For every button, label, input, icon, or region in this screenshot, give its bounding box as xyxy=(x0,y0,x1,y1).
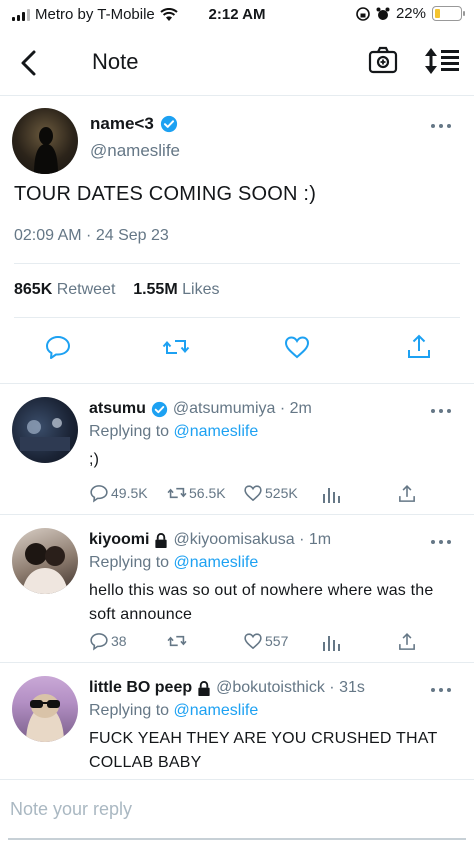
sort-icon[interactable] xyxy=(424,45,460,77)
alarm-icon xyxy=(376,7,390,20)
avatar[interactable] xyxy=(12,528,78,594)
more-options-icon[interactable] xyxy=(430,537,452,547)
page-title: Note xyxy=(92,49,139,74)
avatar-photo xyxy=(20,418,70,451)
battery-percent: 22% xyxy=(395,5,426,22)
verified-badge-icon xyxy=(160,115,177,133)
replying-to-handle[interactable]: @nameslife xyxy=(174,702,259,719)
share-icon[interactable] xyxy=(405,333,433,361)
lock-icon xyxy=(155,532,168,548)
author-name-row[interactable]: name<3 xyxy=(90,114,178,134)
reply-author-name[interactable]: kiyoomi xyxy=(89,531,149,549)
replying-to-label: Replying to xyxy=(89,702,170,719)
reply-actions: 38 557 xyxy=(89,631,459,655)
screen-lock-icon xyxy=(356,6,370,21)
like-action[interactable]: 525K xyxy=(243,483,298,503)
replying-to-label: Replying to xyxy=(89,423,170,440)
camera-icon[interactable] xyxy=(368,45,398,75)
status-bar: Metro by T-Mobile 2:12 AM 22% xyxy=(0,0,474,30)
tweet-stats: 865K Retweet 1.55M Likes xyxy=(14,281,219,299)
replying-to: Replying to @nameslife xyxy=(89,423,258,441)
replying-to: Replying to @nameslife xyxy=(89,702,258,720)
like-heart-icon xyxy=(244,633,262,650)
retweet-action[interactable]: 56.5K xyxy=(167,483,226,503)
share-icon[interactable] xyxy=(397,632,417,652)
reply-icon xyxy=(90,633,108,651)
reply-action[interactable]: 38 xyxy=(89,631,127,651)
reply-count: 38 xyxy=(111,633,127,649)
divider xyxy=(14,263,460,264)
more-options-icon[interactable] xyxy=(430,685,452,695)
replying-to: Replying to @nameslife xyxy=(89,554,258,572)
like-heart-icon[interactable] xyxy=(283,333,311,361)
analytics-icon[interactable] xyxy=(321,485,341,505)
lock-icon xyxy=(198,680,210,696)
retweet-action[interactable] xyxy=(167,631,189,651)
retweet-count: 56.5K xyxy=(189,485,226,501)
reply-author-name[interactable]: atsumu xyxy=(89,400,146,418)
reply-tweet[interactable]: kiyoomi @kiyoomisakusa · 1m Replying to … xyxy=(0,514,474,662)
reply-handle-time[interactable]: @bokutoisthick · 31s xyxy=(216,679,365,697)
reply-tweet[interactable]: atsumu @atsumumiya · 2m Replying to @nam… xyxy=(0,383,474,514)
battery-icon xyxy=(432,6,465,21)
like-count: 525K xyxy=(265,485,298,501)
replying-to-label: Replying to xyxy=(89,554,170,571)
reply-action[interactable]: 49.5K xyxy=(89,483,148,503)
reply-icon xyxy=(90,485,108,503)
reply-composer xyxy=(0,779,474,842)
back-arrow-icon[interactable] xyxy=(14,47,46,79)
avatar-silhouette xyxy=(34,127,58,174)
like-count: 557 xyxy=(265,633,289,649)
avatar-photo xyxy=(26,694,64,742)
retweet-label[interactable]: Retweet xyxy=(57,281,116,298)
avatar[interactable] xyxy=(12,397,78,463)
avatar[interactable] xyxy=(12,676,78,742)
tweet-actions xyxy=(0,327,474,367)
reply-icon[interactable] xyxy=(44,333,72,361)
reply-input[interactable] xyxy=(10,794,450,824)
tweet-timestamp: 02:09 AM · 24 Sep 23 xyxy=(14,227,169,244)
reply-handle-time[interactable]: @atsumumiya · 2m xyxy=(173,400,312,418)
analytics-icon[interactable] xyxy=(321,633,341,653)
like-action[interactable]: 557 xyxy=(243,631,288,651)
retweet-icon xyxy=(167,635,187,647)
more-options-icon[interactable] xyxy=(430,406,452,416)
reply-header: kiyoomi @kiyoomisakusa · 1m xyxy=(89,531,331,549)
reply-header: little BO peep @bokutoisthick · 31s xyxy=(89,679,365,697)
top-nav: Note xyxy=(0,30,474,96)
reply-tweet[interactable]: little BO peep @bokutoisthick · 31s Repl… xyxy=(0,662,474,779)
reply-header: atsumu @atsumumiya · 2m xyxy=(89,400,312,418)
divider xyxy=(14,317,460,318)
reply-text: ;) xyxy=(89,451,100,468)
retweet-count[interactable]: 865K xyxy=(14,281,52,298)
likes-label[interactable]: Likes xyxy=(182,281,219,298)
avatar-photo xyxy=(22,543,68,594)
verified-badge-icon xyxy=(151,401,168,417)
retweet-icon[interactable] xyxy=(162,333,190,361)
battery-fill xyxy=(435,9,440,18)
author-name[interactable]: name<3 xyxy=(90,114,154,134)
reply-author-name[interactable]: little BO peep xyxy=(89,679,192,697)
input-underline xyxy=(8,838,466,840)
like-heart-icon xyxy=(244,485,262,502)
more-options-icon[interactable] xyxy=(430,121,452,131)
author-handle[interactable]: @nameslife xyxy=(90,141,180,161)
share-icon[interactable] xyxy=(397,484,417,504)
likes-count[interactable]: 1.55M xyxy=(133,281,177,298)
reply-count: 49.5K xyxy=(111,485,148,501)
reply-actions: 49.5K 56.5K 525K xyxy=(89,483,459,507)
reply-handle-time[interactable]: @kiyoomisakusa · 1m xyxy=(173,531,331,549)
replying-to-handle[interactable]: @nameslife xyxy=(174,554,259,571)
avatar[interactable] xyxy=(12,108,78,174)
retweet-icon xyxy=(167,487,187,499)
status-right: 22% xyxy=(356,5,465,22)
replying-to-handle[interactable]: @nameslife xyxy=(174,423,259,440)
reply-text: FUCK YEAH THEY ARE YOU CRUSHED THAT COLL… xyxy=(89,730,438,771)
reply-text: hello this was so out of nowhere where w… xyxy=(89,582,434,623)
tweet-text: TOUR DATES COMING SOON :) xyxy=(14,183,317,205)
